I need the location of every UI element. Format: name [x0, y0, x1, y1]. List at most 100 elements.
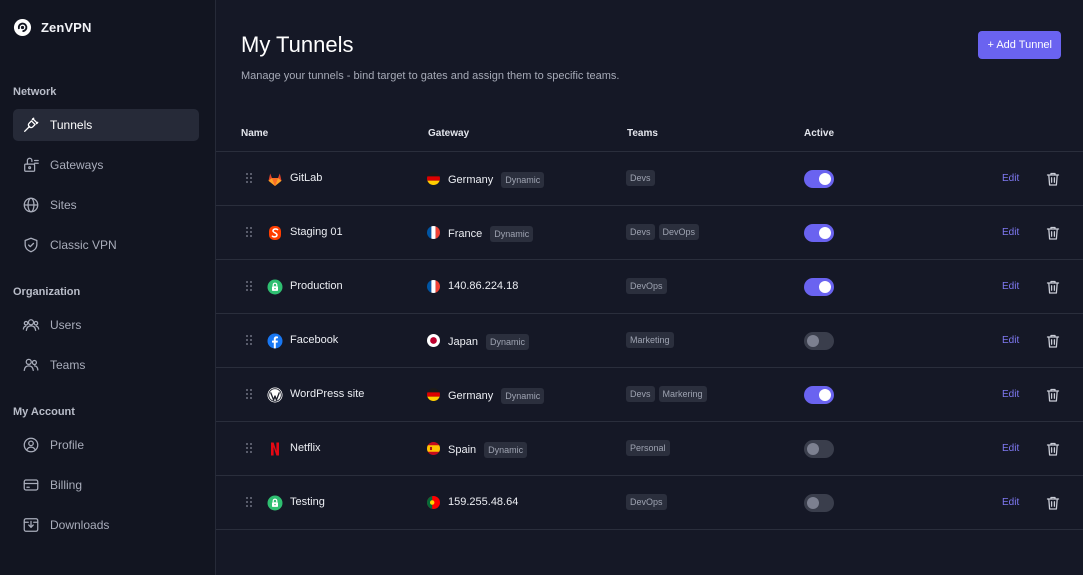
- brand[interactable]: ZenVPN: [13, 17, 91, 37]
- add-tunnel-button[interactable]: + Add Tunnel: [978, 31, 1061, 59]
- gateway-name: 140.86.224.18: [448, 280, 519, 292]
- tunnel-name: GitLab: [290, 172, 323, 184]
- drag-handle-icon[interactable]: [245, 442, 253, 454]
- table-header: Name Gateway Teams Active: [216, 118, 1083, 152]
- table-row: Facebook Japan Dynamic Marketing Edit: [216, 314, 1083, 368]
- japan-flag: [427, 334, 440, 347]
- sidebar-item-teams[interactable]: Teams: [13, 349, 199, 381]
- gateway-cell: France Dynamic: [448, 226, 534, 242]
- facebook-icon: [267, 333, 283, 349]
- trash-icon[interactable]: [1045, 441, 1061, 457]
- trash-icon[interactable]: [1045, 333, 1061, 349]
- drag-handle-icon[interactable]: [245, 226, 253, 238]
- teams-cell: Personal: [626, 440, 670, 456]
- table-row: GitLab Germany Dynamic Devs Edit: [216, 152, 1083, 206]
- gateway-name: Spain: [448, 444, 477, 456]
- sidebar-item-label: Billing: [50, 478, 83, 492]
- active-toggle[interactable]: [804, 494, 834, 512]
- sidebar-item-users[interactable]: Users: [13, 309, 199, 341]
- drag-handle-icon[interactable]: [245, 172, 253, 184]
- drag-handle-icon[interactable]: [245, 496, 253, 508]
- netflix-icon: [271, 442, 279, 456]
- gateway-type-badge: Dynamic: [490, 226, 534, 242]
- edit-link[interactable]: Edit: [1002, 227, 1019, 238]
- trash-icon[interactable]: [1045, 225, 1061, 241]
- section-title-network: Network: [13, 86, 57, 98]
- team-badge: Devs: [626, 170, 655, 186]
- table-row: WordPress site Germany Dynamic Devs Markerin…: [216, 368, 1083, 422]
- gateway-name: 159.255.48.64: [448, 496, 519, 508]
- team-badge: DevOps: [658, 224, 700, 240]
- gateway-type-badge: Dynamic: [501, 172, 545, 188]
- sidebar-item-label: Profile: [50, 438, 85, 452]
- sidebar-item-profile[interactable]: Profile: [13, 429, 199, 461]
- gitlab-icon: [268, 173, 282, 186]
- table-row: Production 140.86.224.18 DevOps Edit: [216, 260, 1083, 314]
- gateway-name: Germany: [448, 390, 494, 402]
- sidebar-item-gateways[interactable]: Gateways: [13, 149, 199, 181]
- portugal-flag: [427, 496, 440, 509]
- active-toggle[interactable]: [804, 440, 834, 458]
- edit-link[interactable]: Edit: [1002, 335, 1019, 346]
- sidebar-item-label: Users: [50, 318, 82, 332]
- main-content: My Tunnels Manage your tunnels - bind ta…: [216, 0, 1083, 575]
- team-badge: DevOps: [626, 494, 667, 510]
- sidebar-item-sites[interactable]: Sites: [13, 189, 199, 221]
- gateway-cell: 140.86.224.18: [448, 280, 518, 292]
- column-header-teams[interactable]: Teams: [627, 128, 658, 139]
- gateway-name: Japan: [448, 336, 478, 348]
- svelte-icon: [269, 226, 281, 240]
- trash-icon[interactable]: [1045, 279, 1061, 295]
- trash-icon[interactable]: [1045, 387, 1061, 403]
- trash-icon[interactable]: [1045, 495, 1061, 511]
- column-header-active[interactable]: Active: [804, 128, 834, 139]
- active-toggle[interactable]: [804, 224, 834, 242]
- teams-cell: Devs Markering: [626, 386, 707, 402]
- wordpress-icon: [267, 387, 283, 403]
- sidebar-item-downloads[interactable]: Downloads: [13, 509, 199, 541]
- team-badge: Devs: [626, 224, 655, 240]
- section-title-organization: Organization: [13, 286, 81, 298]
- gateway-icon: [24, 157, 39, 172]
- edit-link[interactable]: Edit: [1002, 173, 1019, 184]
- edit-link[interactable]: Edit: [1002, 443, 1019, 454]
- trash-icon[interactable]: [1045, 171, 1061, 187]
- drag-handle-icon[interactable]: [245, 334, 253, 346]
- active-toggle[interactable]: [804, 386, 834, 404]
- teams-cell: DevOps: [626, 494, 667, 510]
- brand-name: ZenVPN: [41, 19, 92, 35]
- profile-icon: [23, 437, 39, 453]
- tunnel-name: Netflix: [290, 442, 321, 454]
- gateway-cell: Japan Dynamic: [448, 334, 529, 350]
- drag-handle-icon[interactable]: [245, 388, 253, 400]
- teams-cell: Marketing: [626, 332, 674, 348]
- sidebar-item-label: Teams: [50, 358, 86, 372]
- page-title: My Tunnels: [241, 32, 354, 57]
- edit-link[interactable]: Edit: [1002, 389, 1019, 400]
- active-toggle[interactable]: [804, 278, 834, 296]
- sidebar-item-classic-vpn[interactable]: Classic VPN: [13, 229, 199, 261]
- sidebar-item-billing[interactable]: Billing: [13, 469, 199, 501]
- france-flag: [427, 280, 440, 293]
- teams-cell: DevOps: [626, 278, 667, 294]
- gateway-cell: Spain Dynamic: [448, 442, 528, 458]
- team-badge: Marketing: [626, 332, 674, 348]
- column-header-gateway[interactable]: Gateway: [428, 128, 469, 139]
- gateway-name: Germany: [448, 174, 494, 186]
- active-toggle[interactable]: [804, 170, 834, 188]
- sidebar-item-tunnels[interactable]: Tunnels: [13, 109, 199, 141]
- edit-link[interactable]: Edit: [1002, 281, 1019, 292]
- sidebar-item-label: Classic VPN: [50, 238, 117, 252]
- toggle-knob: [819, 227, 831, 239]
- table-row: Netflix Spain Dynamic Personal Edit: [216, 422, 1083, 476]
- toggle-knob: [807, 443, 819, 455]
- table-row: Staging 01 France Dynamic Devs DevOps Edit: [216, 206, 1083, 260]
- tunnel-name: Testing: [290, 496, 325, 508]
- plug-icon: [24, 117, 39, 132]
- toggle-knob: [807, 335, 819, 347]
- edit-link[interactable]: Edit: [1002, 497, 1019, 508]
- drag-handle-icon[interactable]: [245, 280, 253, 292]
- column-header-name[interactable]: Name: [241, 128, 268, 139]
- active-toggle[interactable]: [804, 332, 834, 350]
- spain-flag: [427, 442, 440, 455]
